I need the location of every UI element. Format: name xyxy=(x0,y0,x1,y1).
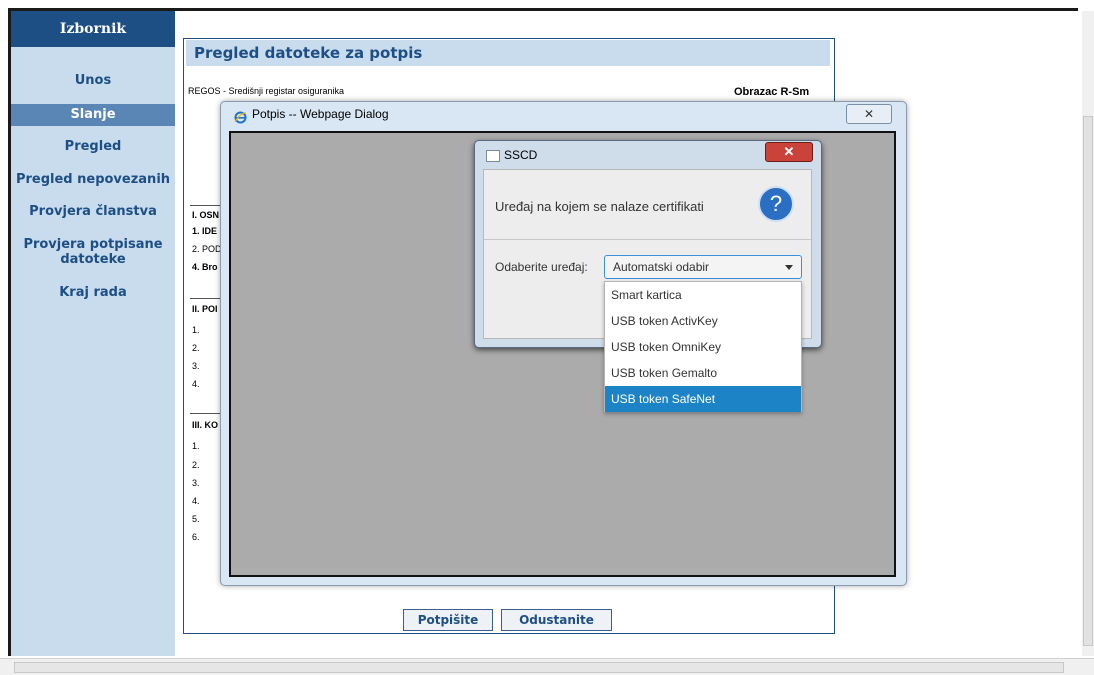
cancel-button[interactable]: Odustanite xyxy=(501,609,612,631)
section-line: 4. Bro xyxy=(192,262,218,272)
section-line: 5. xyxy=(192,514,200,524)
section-line: 1. xyxy=(192,325,200,335)
sidebar: Izbornik Unos Slanje Pregled Pregled nep… xyxy=(11,11,175,656)
dropdown-option-smart-kartica[interactable]: Smart kartica xyxy=(605,282,801,308)
section-line: 2. xyxy=(192,343,200,353)
section-heading: II. POI xyxy=(192,304,218,314)
sidebar-item-unos[interactable]: Unos xyxy=(11,73,175,88)
sscd-header-text: Uređaj na kojem se nalaze certifikati xyxy=(495,199,704,214)
section-heading: III. KO xyxy=(192,420,219,430)
dropdown-option-usb-gemalto[interactable]: USB token Gemalto xyxy=(605,360,801,386)
dropdown-option-usb-omnikey[interactable]: USB token OmniKey xyxy=(605,334,801,360)
dropdown-option-usb-activkey[interactable]: USB token ActivKey xyxy=(605,308,801,334)
section-line: 2. xyxy=(192,460,200,470)
vertical-scrollbar-thumb[interactable] xyxy=(1083,116,1093,646)
menu-header: Izbornik xyxy=(11,11,175,47)
section-line: 4. xyxy=(192,379,200,389)
section-line: 4. xyxy=(192,496,200,506)
help-icon: ? xyxy=(758,186,794,222)
page-top xyxy=(0,0,1094,8)
device-select[interactable]: Automatski odabir xyxy=(604,255,802,279)
sidebar-item-pregled-nepovezanih[interactable]: Pregled nepovezanih xyxy=(11,172,175,187)
section-line: 3. xyxy=(192,361,200,371)
section-line: 2. POD xyxy=(192,244,222,254)
internet-explorer-icon xyxy=(234,111,247,124)
sidebar-item-kraj-rada[interactable]: Kraj rada xyxy=(11,285,175,300)
chevron-down-icon xyxy=(785,265,793,270)
section-heading: I. OSN xyxy=(192,210,220,220)
section-line: 6. xyxy=(192,532,200,542)
section-line: 1. xyxy=(192,441,200,451)
sidebar-item-provjera-potpisane-datoteke[interactable]: Provjera potpisane datoteke xyxy=(11,237,175,267)
sidebar-item-provjera-clanstva[interactable]: Provjera članstva xyxy=(11,204,175,219)
device-dropdown-list: Smart kartica USB token ActivKey USB tok… xyxy=(604,281,802,412)
webpage-dialog-close-button[interactable]: ✕ xyxy=(846,104,892,124)
webpage-dialog-title: Potpis -- Webpage Dialog xyxy=(252,107,389,121)
page-title: Pregled datoteke za potpis xyxy=(186,40,830,66)
regos-text: REGOS - Središnji registar osiguranika xyxy=(188,86,345,96)
sidebar-item-slanje[interactable]: Slanje xyxy=(11,104,175,126)
section-line: 3. xyxy=(192,478,200,488)
device-label: Odaberite uređaj: xyxy=(495,260,588,274)
horizontal-scrollbar-thumb[interactable] xyxy=(14,662,1064,673)
window-icon xyxy=(486,150,500,162)
dropdown-option-usb-safenet[interactable]: USB token SafeNet xyxy=(605,386,801,412)
form-label: Obrazac R-Sm xyxy=(734,86,810,98)
sidebar-item-pregled[interactable]: Pregled xyxy=(11,139,175,154)
section-line: 1. IDE xyxy=(192,226,218,236)
device-select-value: Automatski odabir xyxy=(613,260,710,274)
sscd-dialog-title: SSCD xyxy=(504,148,538,162)
sscd-close-button[interactable]: ✕ xyxy=(765,142,813,162)
sign-button[interactable]: Potpišite xyxy=(403,609,493,631)
